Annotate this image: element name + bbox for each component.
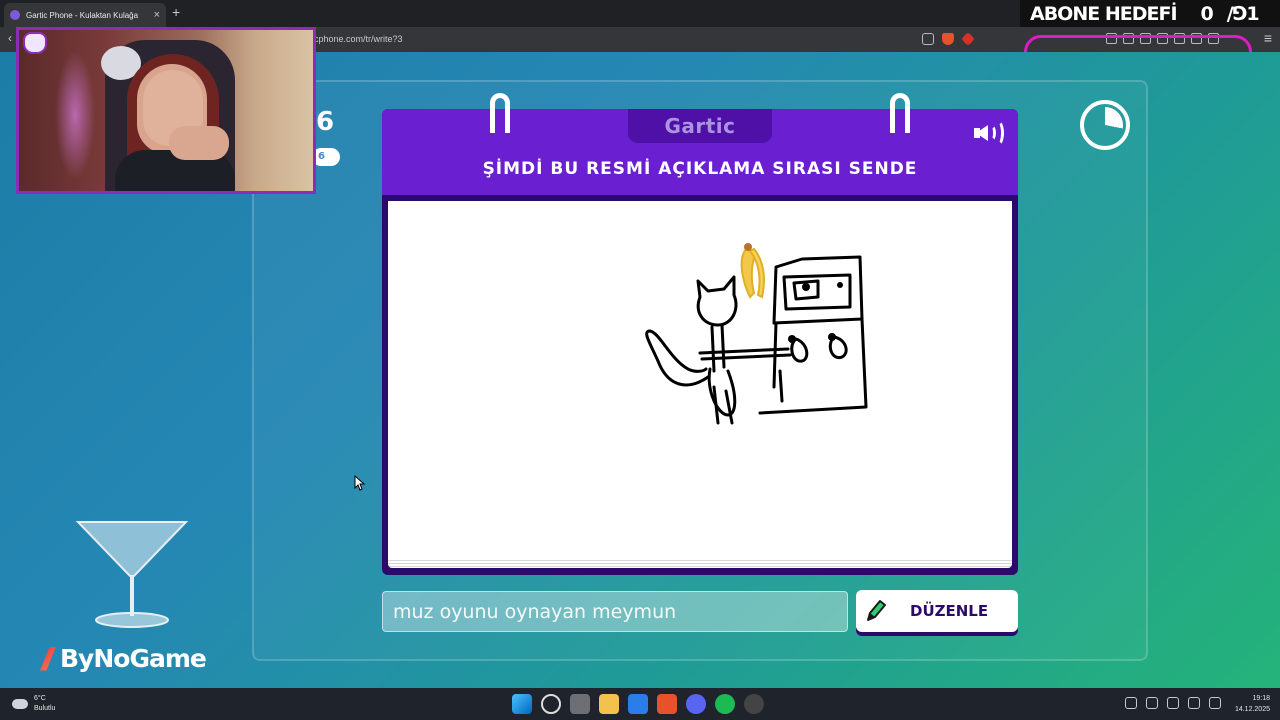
timer-icon bbox=[1080, 100, 1130, 150]
tray-app-icon[interactable] bbox=[1125, 697, 1137, 709]
player-drawing bbox=[645, 243, 868, 425]
binder-ring-icon bbox=[490, 93, 510, 133]
gartic-logo: Gartic bbox=[628, 109, 772, 143]
brave-rewards-icon[interactable] bbox=[961, 32, 975, 46]
browser-tab[interactable]: Gartic Phone - Kulaktan Kulağa × bbox=[4, 3, 166, 27]
subscriber-goal-overlay: ABONE HEDEFİ 0 /⅁1 bbox=[1020, 0, 1280, 27]
chevron-up-icon[interactable] bbox=[1104, 697, 1116, 709]
volume-icon[interactable] bbox=[1209, 697, 1221, 709]
time: 19:18 bbox=[1252, 695, 1270, 702]
outlook-icon[interactable] bbox=[628, 694, 648, 714]
clock[interactable]: 19:18 14.12.2025 bbox=[1235, 693, 1270, 715]
description-input[interactable] bbox=[382, 591, 848, 632]
goal-current: 0 bbox=[1200, 2, 1214, 25]
discord-icon[interactable] bbox=[686, 694, 706, 714]
date: 14.12.2025 bbox=[1234, 706, 1270, 713]
address-tools bbox=[922, 32, 975, 46]
taskbar-apps bbox=[512, 694, 764, 714]
cloud-icon bbox=[12, 699, 28, 709]
brave-shields-icon[interactable] bbox=[942, 33, 954, 45]
pen-icon[interactable] bbox=[1167, 697, 1179, 709]
system-tray bbox=[1104, 697, 1221, 709]
browser-menu-icon[interactable]: ≡ bbox=[1264, 30, 1272, 46]
search-icon[interactable] bbox=[541, 694, 561, 714]
prompt-text: ŞİMDİ BU RESMİ AÇIKLAMA SIRASI SENDE bbox=[482, 159, 918, 179]
speaker-icon[interactable] bbox=[974, 119, 1008, 146]
bynogame-logo: ByNoGame bbox=[40, 644, 207, 673]
notebook-page-edge bbox=[388, 558, 1012, 568]
game-card: Gartic ŞİMDİ BU RESMİ AÇIKLAMA SIRASI SE… bbox=[382, 93, 1018, 575]
obs-icon[interactable] bbox=[744, 694, 764, 714]
new-tab-button[interactable]: + bbox=[172, 4, 180, 20]
temperature: 6°C bbox=[34, 695, 46, 702]
url-field[interactable]: cphone.com/tr/write?3 bbox=[314, 34, 403, 44]
edit-button-label: DÜZENLE bbox=[910, 602, 989, 620]
brave-browser-icon[interactable] bbox=[657, 694, 677, 714]
taskbar: 6°C Bulutlu 19:18 14.12.2025 bbox=[0, 688, 1280, 720]
cocktail-glass-icon bbox=[75, 521, 189, 628]
binder-ring-icon bbox=[890, 93, 910, 133]
channel-cat-logo-icon bbox=[23, 32, 47, 54]
bynogame-mark-icon bbox=[40, 646, 56, 671]
drawing-canvas bbox=[388, 201, 1012, 558]
edit-button[interactable]: DÜZENLE bbox=[856, 590, 1018, 632]
round-number: 6 bbox=[316, 107, 335, 137]
spotify-icon[interactable] bbox=[715, 694, 735, 714]
network-icon[interactable] bbox=[1188, 697, 1200, 709]
mouse-cursor-icon bbox=[354, 475, 366, 491]
bynogame-text: ByNoGame bbox=[60, 644, 207, 673]
card-header: Gartic ŞİMDİ BU RESMİ AÇIKLAMA SIRASI SE… bbox=[382, 109, 1018, 195]
microphone-icon[interactable] bbox=[1146, 697, 1158, 709]
back-icon[interactable]: ‹ bbox=[8, 31, 12, 45]
tab-title: Gartic Phone - Kulaktan Kulağa bbox=[26, 10, 139, 20]
file-explorer-icon[interactable] bbox=[599, 694, 619, 714]
close-tab-icon[interactable]: × bbox=[154, 9, 160, 21]
task-view-icon[interactable] bbox=[570, 694, 590, 714]
webcam-overlay bbox=[16, 27, 316, 194]
weather-text: Bulutlu bbox=[34, 705, 56, 712]
share-icon[interactable] bbox=[922, 33, 934, 45]
gartic-favicon-icon bbox=[10, 10, 20, 20]
goal-label: ABONE HEDEFİ bbox=[1030, 2, 1178, 25]
start-icon[interactable] bbox=[512, 694, 532, 714]
timer-progress bbox=[1087, 107, 1123, 143]
weather-widget[interactable]: 6°C Bulutlu bbox=[12, 694, 55, 714]
goal-target: /⅁1 bbox=[1226, 2, 1260, 25]
round-total-badge: 6 bbox=[312, 148, 340, 166]
pencil-icon bbox=[867, 600, 886, 621]
